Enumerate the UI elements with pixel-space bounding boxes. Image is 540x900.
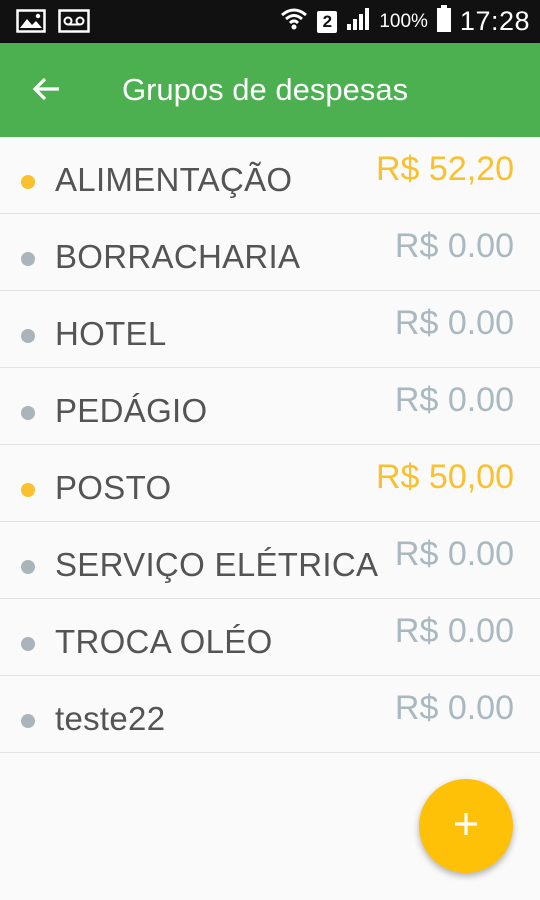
group-name: PEDÁGIO [55, 392, 208, 429]
arrow-left-icon [31, 74, 61, 109]
group-amount: R$ 0.00 [394, 227, 514, 265]
group-amount: R$ 0.00 [394, 381, 514, 419]
status-dot-icon [21, 329, 35, 343]
wifi-icon [279, 4, 309, 39]
plus-icon [453, 811, 479, 842]
voicemail-icon [58, 9, 90, 38]
clock: 17:28 [459, 6, 530, 36]
group-amount: R$ 0.00 [394, 612, 514, 650]
status-bar: 2 100% 17:28 [0, 0, 540, 43]
group-name: ALIMENTAÇÃO [55, 161, 293, 198]
group-amount: R$ 0.00 [394, 689, 514, 727]
screen: 2 100% 17:28 Grupos de despesas ALIMENTA… [0, 0, 540, 900]
group-name: POSTO [55, 469, 172, 506]
battery-icon [436, 5, 452, 38]
status-dot-icon [21, 637, 35, 651]
group-amount: R$ 0.00 [394, 304, 514, 342]
group-name: TROCA OLÉO [55, 623, 273, 660]
list-item[interactable]: PEDÁGIO R$ 0.00 [0, 368, 540, 445]
status-dot-icon [21, 483, 35, 497]
group-name: SERVIÇO ELÉTRICA [55, 546, 379, 583]
signal-icon [345, 7, 371, 36]
page-title: Grupos de despesas [122, 72, 409, 107]
list-item[interactable]: TROCA OLÉO R$ 0.00 [0, 599, 540, 676]
group-amount: R$ 52,20 [376, 150, 514, 188]
add-group-button[interactable] [419, 779, 513, 873]
group-name: HOTEL [55, 315, 167, 352]
image-icon [16, 9, 46, 38]
status-notifications [16, 9, 90, 38]
list-item[interactable]: POSTO R$ 50,00 [0, 445, 540, 522]
list-item[interactable]: BORRACHARIA R$ 0.00 [0, 214, 540, 291]
expense-group-list: ALIMENTAÇÃO R$ 52,20 BORRACHARIA R$ 0.00 HOT… [0, 137, 540, 753]
status-dot-icon [21, 252, 35, 266]
battery-percent: 100% [379, 10, 428, 32]
status-indicators: 2 100% 17:28 [279, 0, 530, 43]
group-amount: R$ 50,00 [376, 458, 514, 496]
app-bar: Grupos de despesas [0, 43, 540, 137]
group-name: BORRACHARIA [55, 238, 301, 275]
back-button[interactable] [26, 71, 66, 111]
list-item[interactable]: teste22 R$ 0.00 [0, 676, 540, 753]
status-dot-icon [21, 560, 35, 574]
status-dot-icon [21, 175, 35, 189]
status-dot-icon [21, 406, 35, 420]
group-amount: R$ 0.00 [394, 535, 514, 573]
sim-badge: 2 [317, 10, 338, 33]
list-item[interactable]: ALIMENTAÇÃO R$ 52,20 [0, 137, 540, 214]
list-item[interactable]: HOTEL R$ 0.00 [0, 291, 540, 368]
status-dot-icon [21, 714, 35, 728]
list-item[interactable]: SERVIÇO ELÉTRICA R$ 0.00 [0, 522, 540, 599]
group-name: teste22 [55, 700, 166, 737]
